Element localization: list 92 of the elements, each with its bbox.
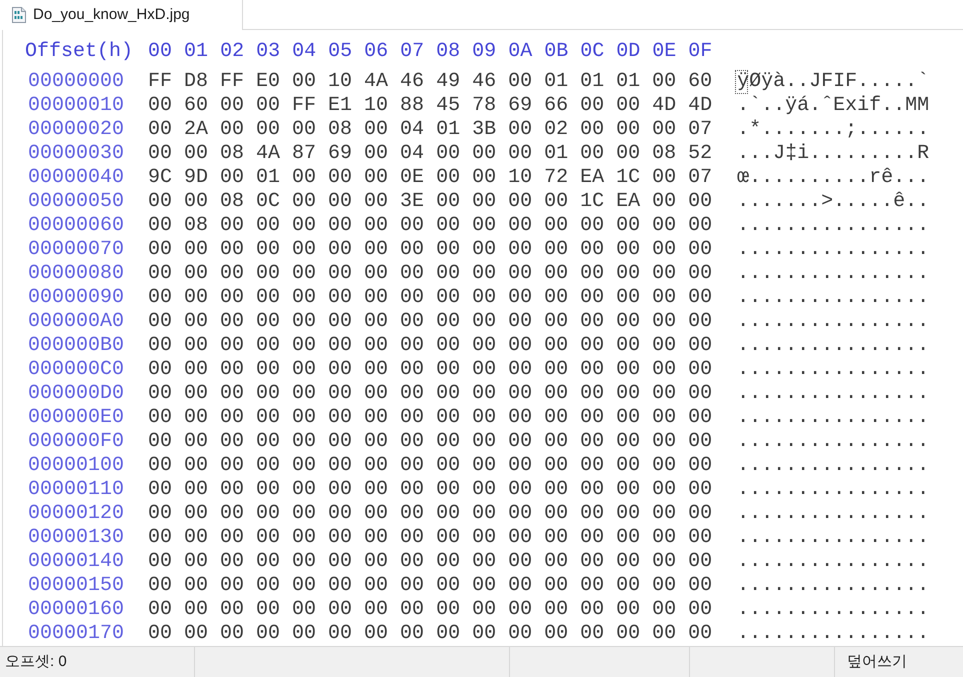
column-header: 0C	[580, 40, 604, 64]
column-header: 01	[184, 40, 208, 64]
ascii-text: ................	[737, 310, 930, 333]
hex-bytes: 00 00 00 00 00 00 00 00 00 00 00 00 00 00 00 00	[148, 334, 712, 358]
hex-bytes: 00 00 00 00 00 00 00 00 00 00 00 00 00 00 00 00	[148, 478, 712, 502]
row-offset: 00000080	[28, 262, 124, 286]
column-header: 05	[328, 40, 352, 64]
hex-bytes: 00 00 00 00 00 00 00 00 00 00 00 00 00 00 00 00	[148, 622, 712, 646]
ascii-text: ................	[737, 526, 930, 549]
ascii-text: ...J‡i.........R	[737, 142, 930, 165]
ascii-text: ................	[737, 286, 930, 309]
row-offset: 00000130	[28, 526, 124, 550]
row-offset: 000000A0	[28, 310, 124, 334]
offset-header: Offset(h)	[25, 40, 134, 64]
row-offset: 00000050	[28, 190, 124, 214]
row-offset: 00000070	[28, 238, 124, 262]
column-header: 03	[256, 40, 280, 64]
hex-bytes: FF D8 FF E0 00 10 4A 46 49 46 00 01 01 01 00 60	[148, 70, 712, 94]
hex-bytes: 00 00 00 00 00 00 00 00 00 00 00 00 00 00 00 00	[148, 286, 712, 310]
ascii-text: ................	[737, 382, 930, 405]
ascii-text: ................	[737, 238, 930, 261]
hex-bytes: 00 00 08 4A 87 69 00 04 00 00 00 01 00 00 08 52	[148, 142, 712, 166]
row-offset: 00000160	[28, 598, 124, 622]
hex-bytes: 00 60 00 00 FF E1 10 88 45 78 69 66 00 00 4D 4D	[148, 94, 712, 118]
row-offset: 00000120	[28, 502, 124, 526]
ascii-text: ................	[737, 214, 930, 237]
column-header: 0E	[652, 40, 676, 64]
hex-bytes: 00 00 00 00 00 00 00 00 00 00 00 00 00 00 00 00	[148, 574, 712, 598]
row-offset: 00000140	[28, 550, 124, 574]
column-header: 02	[220, 40, 244, 64]
row-offset: 00000010	[28, 94, 124, 118]
row-offset: 00000030	[28, 142, 124, 166]
hex-bytes: 00 00 00 00 00 00 00 00 00 00 00 00 00 00 00 00	[148, 454, 712, 478]
ascii-text: ................	[737, 406, 930, 429]
row-offset: 000000E0	[28, 406, 124, 430]
column-header: 04	[292, 40, 316, 64]
hex-bytes: 00 00 00 00 00 00 00 00 00 00 00 00 00 00 00 00	[148, 382, 712, 406]
ascii-text: ................	[737, 334, 930, 357]
hex-bytes: 00 00 00 00 00 00 00 00 00 00 00 00 00 00 00 00	[148, 430, 712, 454]
column-header: 09	[472, 40, 496, 64]
hex-bytes: 00 00 00 00 00 00 00 00 00 00 00 00 00 00 00 00	[148, 238, 712, 262]
hex-bytes: 00 00 08 0C 00 00 00 3E 00 00 00 00 1C EA 00 00	[148, 190, 712, 214]
column-header: 0D	[616, 40, 640, 64]
ascii-text: ................	[737, 358, 930, 381]
row-offset: 00000040	[28, 166, 124, 190]
row-offset: 00000170	[28, 622, 124, 646]
row-offset: 00000150	[28, 574, 124, 598]
row-offset: 000000D0	[28, 382, 124, 406]
ascii-text: .......>.....ê..	[737, 190, 930, 213]
hex-bytes: 00 00 00 00 00 00 00 00 00 00 00 00 00 00 00 00	[148, 358, 712, 382]
column-header: 07	[400, 40, 424, 64]
hex-bytes: 9C 9D 00 01 00 00 00 0E 00 00 10 72 EA 1C 00 07	[148, 166, 712, 190]
hex-bytes: 00 00 00 00 00 00 00 00 00 00 00 00 00 00 00 00	[148, 406, 712, 430]
hex-bytes: 00 00 00 00 00 00 00 00 00 00 00 00 00 00 00 00	[148, 502, 712, 526]
ascii-text: ................	[737, 262, 930, 285]
hex-bytes: 00 00 00 00 00 00 00 00 00 00 00 00 00 00 00 00	[148, 526, 712, 550]
row-offset: 00000060	[28, 214, 124, 238]
hex-bytes: 00 00 00 00 00 00 00 00 00 00 00 00 00 00 00 00	[148, 262, 712, 286]
column-header: 00	[148, 40, 172, 64]
ascii-text: .`..ÿá.ˆExif..MM	[737, 94, 930, 117]
row-offset: 00000090	[28, 286, 124, 310]
ascii-text: .*.......;......	[737, 118, 930, 141]
row-offset: 00000000	[28, 70, 124, 94]
row-offset: 00000100	[28, 454, 124, 478]
ascii-text: ÿØÿà..JFIF.....`	[737, 70, 930, 93]
column-header: 0F	[688, 40, 712, 64]
ascii-text: ................	[737, 454, 930, 477]
ascii-text: ................	[737, 550, 930, 573]
ascii-text: ................	[737, 598, 930, 621]
row-offset: 000000B0	[28, 334, 124, 358]
column-header: 06	[364, 40, 388, 64]
mode-status: 덮어쓰기	[847, 652, 907, 672]
hex-bytes: 00 00 00 00 00 00 00 00 00 00 00 00 00 00 00 00	[148, 550, 712, 574]
column-header: 0A	[508, 40, 532, 64]
ascii-text: ................	[737, 478, 930, 501]
ascii-text: ................	[737, 574, 930, 597]
ascii-text: œ..........rê...	[737, 166, 930, 189]
file-icon	[12, 7, 26, 23]
column-header: 08	[436, 40, 460, 64]
hex-bytes: 00 00 00 00 00 00 00 00 00 00 00 00 00 00 00 00	[148, 310, 712, 334]
row-offset: 000000C0	[28, 358, 124, 382]
hex-bytes: 00 00 00 00 00 00 00 00 00 00 00 00 00 00 00 00	[148, 598, 712, 622]
row-offset: 000000F0	[28, 430, 124, 454]
offset-status: 오프셋: 0	[5, 652, 67, 672]
column-header: 0B	[544, 40, 568, 64]
ascii-text: ................	[737, 502, 930, 525]
ascii-text: ................	[737, 430, 930, 453]
hex-bytes: 00 2A 00 00 00 08 00 04 01 3B 00 02 00 00 00 07	[148, 118, 712, 142]
hex-bytes: 00 08 00 00 00 00 00 00 00 00 00 00 00 00 00 00	[148, 214, 712, 238]
row-offset: 00000020	[28, 118, 124, 142]
ascii-text: ................	[737, 622, 930, 645]
row-offset: 00000110	[28, 478, 124, 502]
